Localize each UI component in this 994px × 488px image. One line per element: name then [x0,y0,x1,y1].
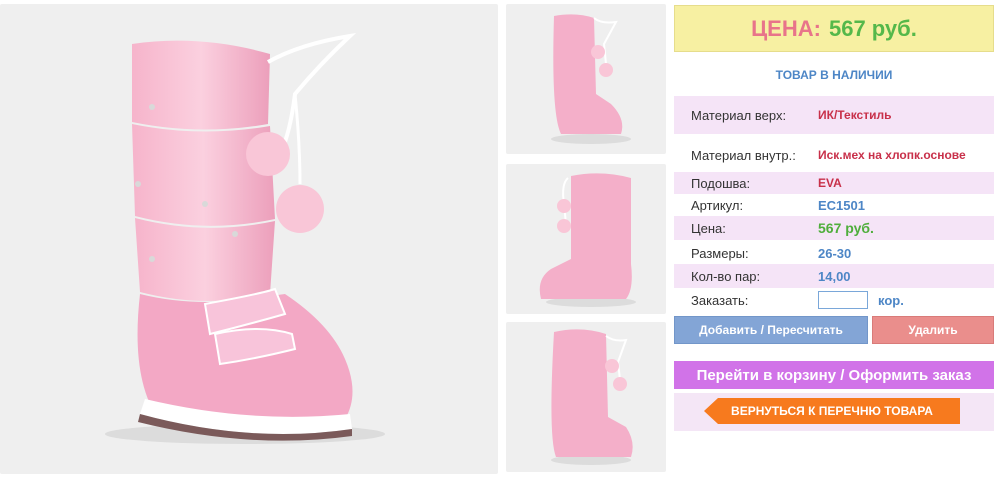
spec-row-sizes: Размеры: 26-30 [674,242,994,264]
spec-value: EVA [818,176,842,190]
back-to-list-button[interactable]: ВЕРНУТЬСЯ К ПЕРЕЧНЮ ТОВАРА [704,398,960,424]
spec-value: 567 руб. [818,220,874,236]
spec-row-sole: Подошва: EVA [674,172,994,194]
spec-row-article: Артикул: EC1501 [674,194,994,216]
spec-value: 14,00 [818,268,851,284]
order-row: Заказать: кор. [674,289,994,311]
pink-boot-thumb-icon [551,329,633,465]
order-unit: кор. [878,292,904,308]
spec-row-price: Цена: 567 руб. [674,216,994,240]
spec-key: Артикул: [691,197,744,213]
spec-key: Цена: [691,220,726,236]
spec-value: Иск.мех на хлопк.основе [818,148,966,162]
spec-row-material-top: Материал верх: ИК/Текстиль [674,96,994,134]
order-label: Заказать: [691,292,749,308]
spec-key: Материал верх: [691,107,787,123]
spec-key: Кол-во пар: [691,268,761,284]
thumbnail-3[interactable] [506,322,666,472]
main-product-image[interactable] [0,4,498,474]
pink-boot-thumb-icon [551,14,631,144]
spec-value: EC1501 [818,197,865,213]
add-recalculate-button[interactable]: Добавить / Пересчитать [674,316,868,344]
order-quantity-input[interactable] [818,291,868,309]
price-banner-value: 567 руб. [828,15,917,41]
spec-key: Подошва: [691,175,751,191]
go-to-cart-button[interactable]: Перейти в корзину / Оформить заказ [674,361,994,389]
delete-button[interactable]: Удалить [872,316,994,344]
pink-boot-thumb-icon [539,173,636,307]
spec-value: ИК/Текстиль [818,108,892,122]
price-banner: ЦЕНА: 567 руб. [674,5,994,52]
spec-key: Материал внутр.: [691,147,796,163]
pink-boot-illustration [105,32,385,444]
spec-value: 26-30 [818,245,852,261]
thumbnail-1[interactable] [506,4,666,154]
price-banner-label: ЦЕНА: [751,15,821,41]
spec-row-pairs: Кол-во пар: 14,00 [674,264,994,288]
stock-status: ТОВАР В НАЛИЧИИ [775,68,893,82]
thumbnail-2[interactable] [506,164,666,314]
spec-key: Размеры: [691,245,749,261]
spec-row-material-inner: Материал внутр.: Иск.мех на хлопк.основе [674,140,994,170]
